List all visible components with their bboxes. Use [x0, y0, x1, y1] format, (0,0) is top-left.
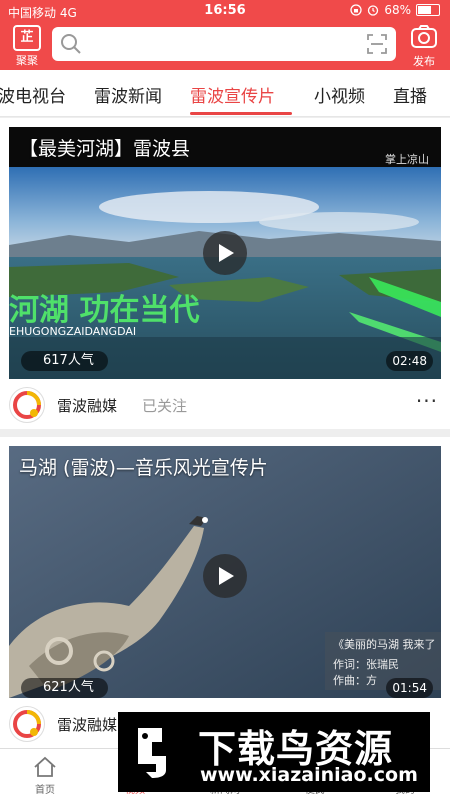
lock-rotation-icon [350, 4, 362, 16]
nav-home-label: 首页 [35, 785, 55, 796]
app-header: 中国移动 4G 16:56 68% 芷 聚聚 发布 [0, 0, 450, 70]
source-name[interactable]: 雷波融媒 [57, 714, 117, 735]
avatar[interactable] [9, 387, 45, 423]
media-logo-icon [13, 391, 41, 419]
tab-tv-station[interactable]: 波电视台 [0, 82, 66, 107]
video-thumbnail[interactable]: 马湖 (雷波)—音乐风光宣传片 《美丽的马湖 我来了 作词：张瑞民 作曲：方 6… [9, 446, 441, 698]
app-logo[interactable]: 芷 聚聚 [10, 25, 44, 67]
camera-icon [411, 25, 437, 48]
alarm-icon [368, 5, 379, 16]
home-icon [34, 756, 56, 777]
play-button[interactable] [203, 231, 247, 275]
tab-live[interactable]: 直播 [393, 82, 427, 107]
logo-label: 聚聚 [16, 54, 38, 67]
search-icon [61, 34, 81, 54]
search-bar[interactable] [52, 27, 396, 61]
video-meta: 雷波融媒 已关注 ··· [0, 379, 450, 429]
video-duration: 02:48 [386, 351, 433, 371]
tab-leibo-news[interactable]: 雷波新闻 [94, 82, 162, 107]
nav-home[interactable]: 首页 [0, 749, 90, 801]
video-title: 【最美河湖】雷波县 [19, 138, 191, 160]
bird-logo-icon [138, 728, 166, 778]
play-icon [219, 567, 234, 585]
play-icon [219, 244, 234, 262]
view-count: 621人气 [21, 678, 108, 698]
search-input[interactable] [88, 32, 362, 58]
logo-glyph: 芷 [13, 25, 41, 51]
caption-title: 《美丽的马湖 我来了 [333, 638, 436, 651]
video-duration: 01:54 [386, 678, 433, 698]
tab-promo-videos[interactable]: 雷波宣传片 [190, 82, 275, 107]
active-tab-indicator [190, 112, 292, 115]
more-options-icon[interactable]: ··· [416, 389, 438, 413]
media-logo-icon [13, 710, 41, 738]
video-card: 【最美河湖】雷波县 掌上凉山 河湖 功在当代 EHUGONGZAIDANGDAI… [0, 118, 450, 429]
play-button[interactable] [203, 554, 247, 598]
follow-status[interactable]: 已关注 [142, 395, 187, 416]
publish-button[interactable]: 发布 [408, 24, 440, 69]
overlay-heading-lake: 河湖 功在当代 [9, 293, 200, 328]
scan-icon[interactable] [366, 33, 388, 55]
caption-lyricist: 作词：张瑞民 [333, 658, 399, 671]
video-card: 马湖 (雷波)—音乐风光宣传片 《美丽的马湖 我来了 作词：张瑞民 作曲：方 6… [0, 437, 450, 748]
video-title: 马湖 (雷波)—音乐风光宣传片 [19, 457, 268, 479]
overlay-subtitle: EHUGONGZAIDANGDAI [9, 325, 137, 338]
category-tabs: 波电视台 雷波新闻 雷波宣传片 小视频 直播 [0, 70, 450, 117]
watermark-url: www.xiazainiao.com [200, 764, 418, 786]
view-count: 617人气 [21, 351, 108, 371]
tab-short-videos[interactable]: 小视频 [314, 82, 365, 107]
source-name[interactable]: 雷波融媒 [57, 395, 117, 416]
video-thumbnail[interactable]: 【最美河湖】雷波县 掌上凉山 河湖 功在当代 EHUGONGZAIDANGDAI… [9, 127, 441, 379]
publish-label: 发布 [413, 55, 435, 68]
status-bar: 中国移动 4G 16:56 68% [0, 0, 450, 22]
channel-tag: 掌上凉山 [385, 153, 429, 166]
battery-percent: 68% [384, 3, 411, 17]
status-right: 68% [350, 3, 440, 17]
avatar[interactable] [9, 706, 45, 742]
battery-icon [416, 4, 440, 16]
watermark-banner: 下载鸟资源 www.xiazainiao.com [118, 712, 430, 792]
